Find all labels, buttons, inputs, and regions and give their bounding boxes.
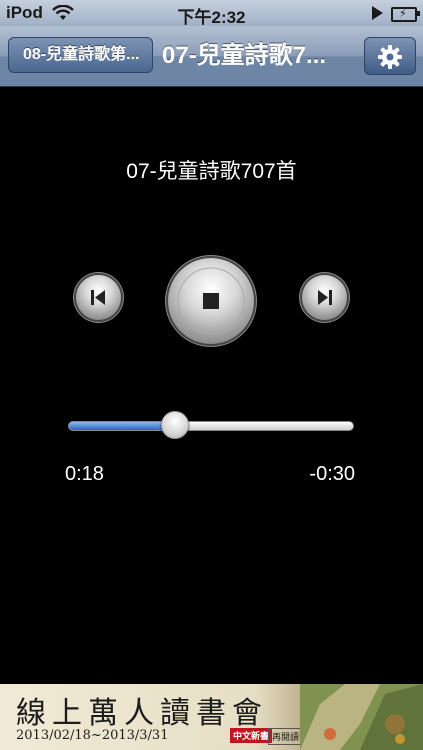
gear-icon [378,45,402,69]
remaining-time: -0:30 [309,463,355,485]
stop-button[interactable] [168,258,254,344]
next-track-button[interactable] [302,275,347,320]
stop-icon [177,267,245,335]
ad-banner[interactable]: 線上萬人讀書會 2013/02/18~2013/3/31 中文新書 再閱讀書 [0,684,423,750]
ad-artwork [300,684,423,750]
progress-slider-track[interactable] [68,421,354,431]
progress-slider-thumb[interactable] [161,411,190,439]
elapsed-time: 0:18 [65,463,104,485]
settings-button[interactable] [364,37,416,75]
page-title: 07-兒童詩歌7... [162,42,327,69]
skip-forward-icon [318,290,332,305]
back-button[interactable]: 08-兒童詩歌第... [8,37,153,73]
ad-title: 線上萬人讀書會 [16,696,268,731]
previous-track-button[interactable] [76,275,121,320]
track-title: 07-兒童詩歌707首 [126,160,297,183]
battery-charging-icon: ⚡ [391,7,420,22]
ad-dates: 2013/02/18~2013/3/31 [16,728,169,743]
ad-logo-publisher: 中文新書 [230,728,273,743]
clock: 下午2:32 [177,8,246,27]
skip-back-icon [91,290,105,305]
progress-slider-fill [69,422,176,430]
navigation-bar: 08-兒童詩歌第... 07-兒童詩歌7... [0,26,423,87]
play-icon [372,6,383,20]
back-button-label: 08-兒童詩歌第... [23,46,140,63]
status-bar: iPod 下午2:32 ⚡ [0,0,423,27]
